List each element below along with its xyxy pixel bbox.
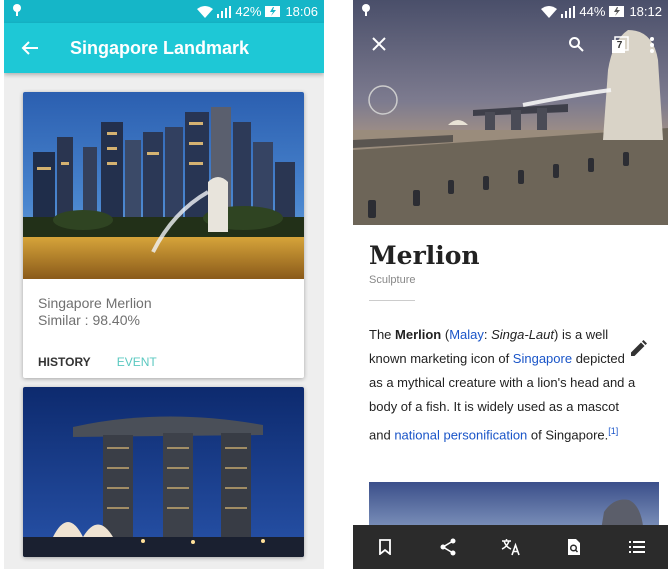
edit-button[interactable]	[629, 340, 647, 363]
status-bar: 42% 18:06	[4, 0, 324, 23]
body-text: (	[441, 327, 450, 342]
status-time: 18:06	[285, 4, 318, 19]
similarity-score: Similar : 98.40%	[38, 312, 140, 328]
wifi-icon	[197, 5, 214, 18]
link-national-personification[interactable]: national personification	[394, 427, 527, 442]
landmark-card[interactable]: Singapore Merlion Similar : 98.40% HISTO…	[23, 92, 304, 378]
more-icon	[650, 37, 654, 53]
translate-button[interactable]	[496, 532, 526, 562]
pencil-icon	[631, 340, 647, 356]
contents-icon	[628, 541, 645, 553]
merlion-hero-photo	[353, 0, 668, 225]
bookmark-icon	[378, 539, 391, 555]
battery-icon	[265, 6, 281, 17]
share-icon	[440, 538, 455, 556]
more-options-button[interactable]	[649, 36, 655, 59]
battery-percent: 42%	[235, 4, 262, 19]
tabs-count: 7	[616, 40, 623, 51]
close-button[interactable]	[371, 36, 387, 57]
card-text: Singapore Merlion Similar : 98.40%	[23, 279, 304, 329]
article: Merlion Sculpture The Merlion (Malay: Si…	[369, 240, 659, 447]
article-title: Merlion	[369, 241, 480, 270]
article-body: The Merlion (Malay: Singa-Laut) is a wel…	[369, 323, 639, 447]
app-bar: Singapore Landmark	[4, 23, 324, 73]
right-phone-screen: 44% 18:12 7 Merlion Sculpture The Merlio…	[353, 0, 668, 569]
signal-icon	[217, 5, 232, 18]
find-in-page-icon	[567, 539, 580, 555]
history-button[interactable]: HISTORY	[38, 355, 91, 369]
body-italic: Singa-Laut	[491, 327, 555, 342]
landmark-card[interactable]	[23, 387, 304, 557]
arrow-back-icon	[21, 41, 38, 55]
link-malay[interactable]: Malay	[449, 327, 484, 342]
notification-icon	[12, 3, 22, 20]
status-time: 18:12	[629, 4, 662, 19]
tabs-button[interactable]: 7	[611, 36, 629, 59]
article-subtitle: Sculpture	[369, 274, 416, 286]
reference-link[interactable]: [1]	[608, 426, 618, 436]
merlion-photo	[23, 92, 304, 279]
card-actions: HISTORY EVENT	[23, 329, 304, 369]
top-toolbar: 7	[353, 36, 668, 60]
contents-button[interactable]	[622, 532, 652, 562]
search-button[interactable]	[568, 36, 584, 57]
wifi-icon	[541, 5, 558, 18]
event-button[interactable]: EVENT	[117, 355, 157, 369]
bottom-toolbar	[353, 525, 668, 569]
find-in-page-button[interactable]	[559, 532, 589, 562]
bookmark-button[interactable]	[370, 532, 400, 562]
landmark-name: Singapore Merlion	[38, 295, 152, 311]
hero-image: 44% 18:12 7	[353, 0, 668, 225]
page-title: Singapore Landmark	[70, 37, 250, 58]
body-bold: Merlion	[395, 327, 442, 342]
search-icon	[569, 37, 584, 52]
translate-icon	[501, 539, 520, 556]
share-button[interactable]	[433, 532, 463, 562]
notification-icon	[361, 3, 371, 20]
status-bar: 44% 18:12	[353, 0, 668, 23]
body-text: of Singapore.	[527, 427, 609, 443]
close-icon	[372, 37, 386, 51]
battery-icon	[609, 6, 625, 17]
signal-icon	[561, 5, 576, 18]
divider	[369, 300, 415, 301]
body-text: The	[369, 327, 396, 342]
battery-percent: 44%	[579, 4, 606, 19]
marina-bay-sands-photo	[23, 387, 304, 557]
left-phone-screen: 42% 18:06 Singapore Landmark Singapore M…	[4, 0, 324, 569]
link-singapore[interactable]: Singapore	[513, 351, 572, 366]
back-button[interactable]	[4, 40, 56, 56]
